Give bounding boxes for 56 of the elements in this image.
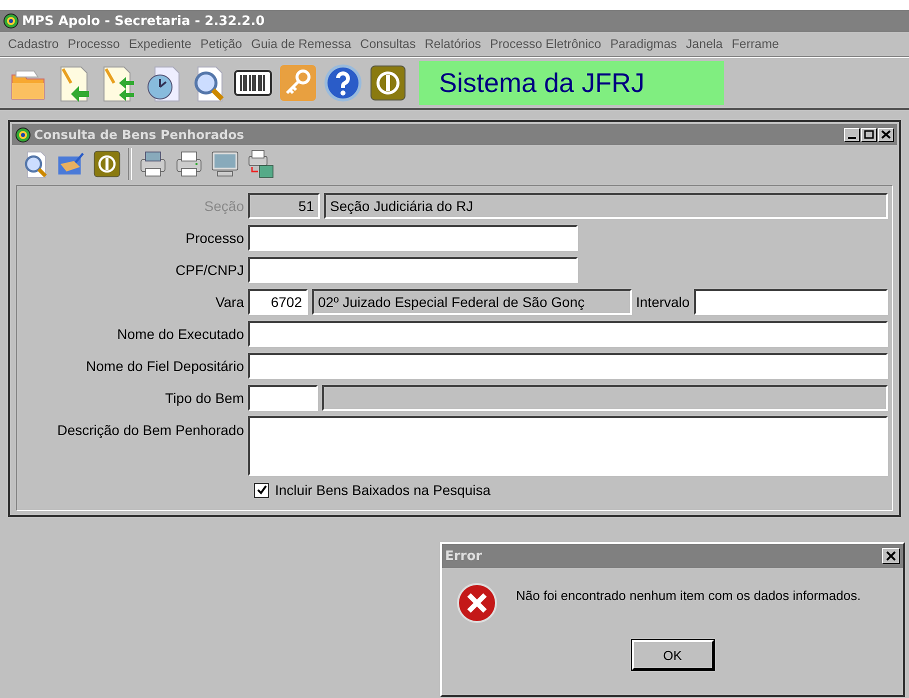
input-field[interactable] bbox=[248, 353, 888, 379]
field-label: Tipo do Bem bbox=[164, 390, 244, 406]
menu-item[interactable]: Expediente bbox=[124, 37, 196, 51]
checkbox[interactable] bbox=[254, 482, 269, 498]
monitor-icon[interactable] bbox=[210, 149, 240, 179]
window-title: Consulta de Bens Penhorados bbox=[34, 127, 246, 142]
menu-item[interactable]: Paradigmas bbox=[606, 37, 681, 51]
field-label: Nome do Executado bbox=[116, 326, 244, 342]
menu-item[interactable]: Ferrame bbox=[728, 37, 783, 51]
emblem-icon bbox=[3, 13, 19, 29]
field-label: Vara bbox=[214, 294, 244, 310]
input-field[interactable]: 6702 bbox=[248, 289, 308, 315]
error-message: Não foi encontrado nenhum item com os dados informados. bbox=[516, 587, 861, 605]
menu-item[interactable]: Janela bbox=[682, 37, 727, 51]
field-label: Nome do Fiel Depositário bbox=[85, 358, 244, 374]
printer-icon[interactable] bbox=[174, 149, 204, 179]
close-icon bbox=[880, 129, 892, 140]
maximize-icon bbox=[863, 129, 875, 140]
close-button[interactable] bbox=[878, 128, 894, 142]
input-field[interactable] bbox=[248, 225, 578, 251]
window-title: MPS Apolo - Secretaria - 2.32.2.0 bbox=[22, 14, 265, 28]
menu-item[interactable]: Relatórios bbox=[420, 37, 486, 51]
maximize-button[interactable] bbox=[861, 128, 877, 142]
menu-item[interactable]: Processo Eletrônico bbox=[486, 37, 606, 51]
error-icon bbox=[456, 582, 498, 624]
menu-item[interactable]: Consultas bbox=[356, 37, 420, 51]
minimize-button[interactable] bbox=[844, 128, 860, 142]
close-button[interactable] bbox=[882, 548, 900, 564]
menu-item[interactable]: Petição bbox=[196, 37, 246, 51]
power-icon[interactable] bbox=[368, 63, 408, 103]
menu-item[interactable]: Cadastro bbox=[4, 37, 63, 51]
help-icon[interactable] bbox=[323, 63, 363, 103]
field-label: Descrição do Bem Penhorado bbox=[56, 421, 244, 438]
input-field[interactable] bbox=[248, 257, 578, 283]
readonly-field: 51 bbox=[248, 193, 320, 219]
text-area[interactable] bbox=[248, 416, 888, 476]
checkmark-icon bbox=[256, 485, 266, 495]
field-label: Processo bbox=[184, 230, 244, 246]
readonly-field: Seção Judiciária do RJ bbox=[324, 193, 888, 219]
menu-item[interactable]: Processo bbox=[64, 37, 124, 51]
power-icon[interactable] bbox=[92, 149, 122, 179]
field-label: Intervalo bbox=[636, 294, 690, 310]
menu-item[interactable]: Guia de Remessa bbox=[247, 37, 356, 51]
field-label: CPF/CNPJ bbox=[174, 262, 244, 278]
emblem-icon bbox=[15, 126, 31, 142]
input-field[interactable] bbox=[694, 289, 888, 315]
field-label: Seção bbox=[203, 198, 244, 214]
close-icon bbox=[886, 551, 896, 561]
input-field[interactable] bbox=[248, 321, 888, 347]
readonly-field: 02º Juizado Especial Federal de São Gonç bbox=[312, 289, 632, 315]
minimize-icon bbox=[848, 136, 856, 138]
input-field[interactable] bbox=[248, 385, 318, 411]
ok-button[interactable]: OK bbox=[632, 640, 714, 670]
dialog-title: Error bbox=[445, 548, 482, 564]
system-banner: Sistema da JFRJ bbox=[419, 61, 724, 105]
checkbox-label: Incluir Bens Baixados na Pesquisa bbox=[275, 482, 491, 498]
